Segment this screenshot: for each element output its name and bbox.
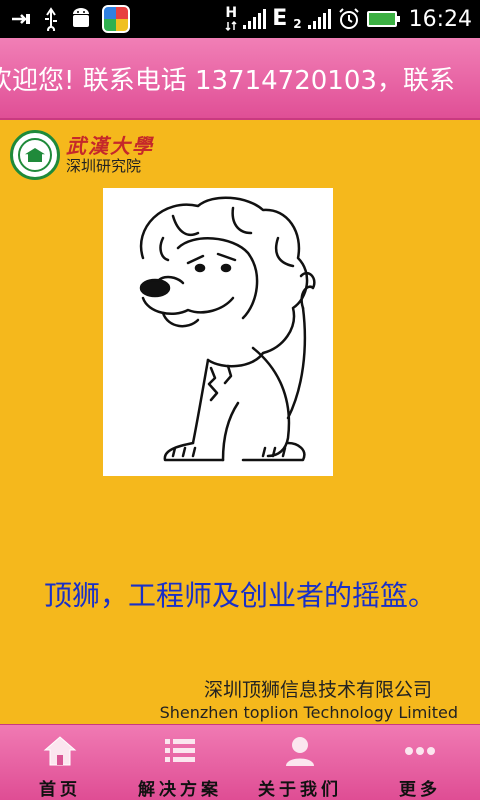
slogan: 顶狮，工程师及创业者的摇篮。 <box>43 579 436 612</box>
signal-2-icon <box>307 9 331 29</box>
usb-icon <box>10 8 32 30</box>
clock: 16:24 <box>408 6 472 32</box>
nav-label-about: 关于我们 <box>258 780 342 800</box>
data-transfer-icon: H <box>225 6 237 32</box>
nav-item-solutions[interactable]: 解决方案 <box>120 725 240 800</box>
status-bar: H E 2 16:24 <box>0 0 480 38</box>
banner-text: 欢迎您! 联系电话 13714720103，联系 <box>0 66 455 96</box>
bottom-nav: 首页 解决方案 关于我们 更多 <box>0 724 480 800</box>
nav-item-about[interactable]: 关于我们 <box>240 725 360 800</box>
nav-label-more: 更多 <box>399 780 441 800</box>
person-icon <box>280 733 320 769</box>
debug-icon <box>42 7 60 31</box>
android-icon <box>70 7 92 31</box>
university-seal-icon <box>10 130 60 180</box>
more-dots-icon <box>400 733 440 769</box>
logo: 武漢大學 深圳研究院 <box>10 130 154 180</box>
company-name-cn: 深圳顶狮信息技术有限公司 <box>203 679 432 701</box>
logo-calligraphy: 武漢大學 <box>66 134 154 158</box>
logo-subtitle: 深圳研究院 <box>66 157 142 175</box>
nav-label-solutions: 解决方案 <box>138 780 222 800</box>
nav-item-more[interactable]: 更多 <box>360 725 480 800</box>
alarm-icon <box>337 7 361 31</box>
nav-item-home[interactable]: 首页 <box>0 725 120 800</box>
list-icon <box>160 733 200 769</box>
lion-icon <box>139 196 316 462</box>
sim2-label: 2 <box>293 17 302 31</box>
home-icon <box>40 733 80 769</box>
edge-icon: E <box>272 6 288 31</box>
app-store-icon <box>102 5 130 33</box>
battery-charging-icon <box>366 11 400 27</box>
signal-icon <box>243 9 267 29</box>
marquee-banner: 欢迎您! 联系电话 13714720103，联系 <box>0 38 480 120</box>
company-name-en: Shenzhen toplion Technology Limited <box>159 703 458 722</box>
nav-label-home: 首页 <box>39 780 81 800</box>
lion-illustration <box>103 188 333 476</box>
